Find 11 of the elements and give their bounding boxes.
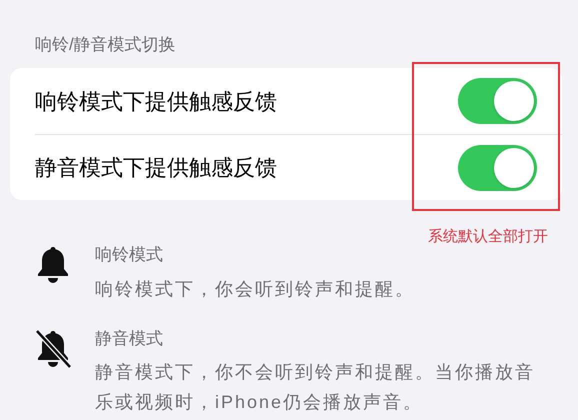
toggle-label: 静音模式下提供触感反馈 xyxy=(35,154,278,182)
mode-title: 静音模式 xyxy=(95,328,164,350)
mode-description: 静音模式下，你不会听到铃声和提醒。当你播放音乐或视频时，iPhone仍会播放声音。 xyxy=(95,361,536,414)
toggle-switch[interactable] xyxy=(458,144,537,190)
mode-title: 响铃模式 xyxy=(95,244,164,266)
bell-slash-icon xyxy=(33,328,73,370)
mode-description: 响铃模式下，你会听到铃声和提醒。 xyxy=(95,278,416,300)
section-header: 响铃/静音模式切换 xyxy=(35,34,176,56)
toggle-label: 响铃模式下提供触感反馈 xyxy=(35,88,278,116)
annotation-text: 系统默认全部打开 xyxy=(428,227,548,247)
toggle-switch[interactable] xyxy=(458,78,537,124)
